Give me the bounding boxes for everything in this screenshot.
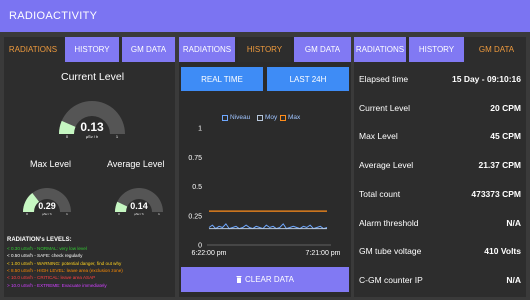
current-level-title: Current Level — [61, 71, 125, 83]
tab-bar: RADIATIONS HISTORY GM DATA — [4, 37, 175, 62]
gm-data-label: Elapsed time — [359, 74, 409, 84]
legend-label-max: Max — [288, 114, 301, 121]
y-tick-label: 1 — [198, 126, 202, 133]
gm-data-row: Current Level 20 CPM — [354, 94, 526, 122]
legend-moy[interactable]: Moy — [257, 114, 277, 121]
gauge-max: 1 — [158, 212, 160, 216]
chart-legend: Niveau Moy Max — [179, 114, 351, 124]
tab-radiations[interactable]: RADIATIONS — [179, 37, 235, 62]
tab-history[interactable]: HISTORY — [409, 37, 464, 62]
real-time-button[interactable]: REAL TIME — [181, 67, 263, 91]
tab-history[interactable]: HISTORY — [238, 37, 291, 62]
gm-data-label: Total count — [359, 188, 401, 199]
app-title: RADIOACTIVITY — [9, 10, 98, 22]
gauge-min: 0 — [118, 212, 120, 216]
history-chart: 0 0.25 0.5 0.75 1 6:22:00 pm 7:21:00 pm — [188, 126, 340, 258]
tab-history[interactable]: HISTORY — [65, 37, 119, 62]
average-level-gauge: 0.14 µSv / h 0 1 — [109, 177, 169, 219]
x-tick-label: 6:22:00 pm — [191, 250, 226, 257]
radiation-level-line: < 0.30 uSv/h - NORMAL: very low level — [7, 246, 87, 251]
gm-data-value: 410 Volts — [484, 246, 521, 257]
gm-data-value: 15 Day - 09:10:16 — [452, 74, 521, 84]
gm-data-row: GM tube voltage 410 Volts — [354, 237, 526, 265]
gm-data-label: Average Level — [359, 160, 414, 171]
radiation-level-line: < 1.00 uSv/h - WARNING: potential danger… — [7, 260, 122, 266]
y-tick-label: 0.5 — [192, 184, 202, 191]
trash-icon — [236, 276, 242, 283]
last-24h-button[interactable]: LAST 24H — [267, 67, 349, 91]
gm-data-row: C-GM counter IP N/A — [354, 266, 526, 294]
gm-data-value: 45 CPM — [490, 131, 521, 142]
legend-niveau[interactable]: Niveau — [222, 114, 250, 121]
gm-data-label: Current Level — [359, 102, 411, 113]
clear-data-button[interactable]: CLEAR DATA — [181, 267, 349, 292]
tab-radiations[interactable]: RADIATIONS — [4, 37, 62, 62]
max-level-title: Max Level — [30, 159, 72, 169]
y-tick-label: 0.75 — [188, 155, 202, 162]
radiation-level-line: < 8.50 uSv/h - HIGH LEVEL: leave area (e… — [7, 267, 123, 273]
y-tick-label: 0.25 — [188, 213, 202, 220]
gauge-value: 0.29 — [38, 201, 56, 211]
gauge-value: 0.13 — [80, 120, 104, 134]
radiation-level-line: < 0.50 uSv/h - SAFE: check regularly — [7, 253, 83, 259]
gm-data-panel: RADIATIONS HISTORY GM DATA Elapsed time 1… — [354, 37, 526, 297]
gm-data-label: Alarm threshold — [359, 217, 419, 228]
legend-swatch-max — [280, 114, 286, 121]
gm-data-row: Alarm threshold N/A — [354, 209, 526, 237]
gauge-unit: µSv / h — [134, 212, 144, 216]
gauge-unit: µSv / h — [86, 134, 99, 139]
series-line-niveau — [208, 223, 328, 230]
gm-data-row: Elapsed time 15 Day - 09:10:16 — [354, 65, 526, 93]
gm-data-row: Average Level 21.37 CPM — [354, 151, 526, 179]
gauge-value: 0.14 — [130, 201, 148, 211]
tab-gm-data[interactable]: GM DATA — [294, 37, 351, 62]
legend-swatch-moy — [257, 114, 263, 121]
gauge-min: 0 — [66, 134, 69, 139]
gm-data-label: Max Level — [359, 131, 398, 142]
y-tick-label: 0 — [198, 243, 202, 250]
max-level-gauge: 0.29 µSv / h 0 1 — [17, 177, 77, 219]
gauge-unit: µSv / h — [42, 212, 52, 216]
tab-bar: RADIATIONS HISTORY GM DATA — [179, 37, 351, 62]
current-level-gauge: 0.13 µSv / h 0 1 — [54, 93, 130, 143]
gm-data-label: C-GM counter IP — [359, 274, 423, 285]
gm-data-value: 473373 CPM — [471, 188, 521, 199]
legend-swatch-niveau — [222, 114, 228, 121]
legend-label-niveau: Niveau — [230, 114, 251, 121]
radiation-level-line: > 10.0 uSv/h - EXTREME: Evacuate immedia… — [7, 282, 107, 288]
clear-data-label: CLEAR DATA — [244, 275, 295, 284]
gm-data-label: GM tube voltage — [359, 246, 422, 257]
tab-radiations[interactable]: RADIATIONS — [354, 37, 406, 62]
gauge-min: 0 — [26, 212, 28, 216]
radiation-level-line: < 10.0 uSv/h - CRITICAL: leave area ASAP — [7, 275, 96, 281]
gm-data-row: Max Level 45 CPM — [354, 122, 526, 150]
gm-data-value: N/A — [506, 217, 521, 228]
radiation-levels-title: RADIATION's LEVELS: — [7, 237, 72, 243]
gauge-max: 1 — [66, 212, 68, 216]
tab-gm-data[interactable]: GM DATA — [467, 37, 526, 62]
legend-max[interactable]: Max — [280, 114, 300, 121]
average-level-title: Average Level — [107, 159, 165, 169]
gm-data-value: 20 CPM — [490, 102, 521, 113]
tab-bar: RADIATIONS HISTORY GM DATA — [354, 37, 526, 62]
gm-data-value: 21.37 CPM — [478, 160, 521, 171]
gm-data-row: Total count 473373 CPM — [354, 180, 526, 208]
radiations-panel: RADIATIONS HISTORY GM DATA Current Level… — [4, 37, 175, 297]
legend-label-moy: Moy — [265, 114, 278, 121]
gm-data-value: N/A — [506, 274, 521, 285]
app-header: RADIOACTIVITY — [0, 0, 530, 32]
gauge-max: 1 — [116, 134, 119, 139]
tab-gm-data[interactable]: GM DATA — [122, 37, 175, 62]
x-tick-label: 7:21:00 pm — [305, 250, 340, 257]
history-panel: RADIATIONS HISTORY GM DATA REAL TIME LAS… — [179, 37, 351, 297]
